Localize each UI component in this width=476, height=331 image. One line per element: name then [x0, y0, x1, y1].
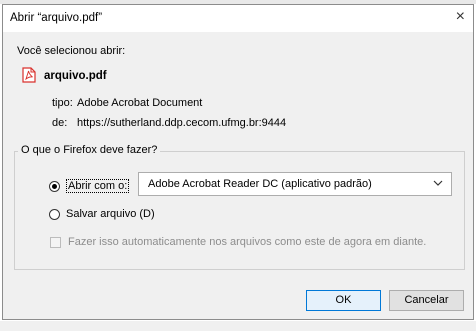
selected-label: Você selecionou abrir: [17, 45, 126, 57]
title-bar: Abrir “arquivo.pdf” × [3, 5, 473, 32]
auto-action-label: Fazer isso automaticamente nos arquivos … [68, 236, 427, 248]
close-icon[interactable]: × [456, 9, 465, 25]
background-window-edge-bottom [0, 321, 476, 331]
file-source-row: de: https://sutherland.ddp.cecom.ufmg.br:… [52, 117, 286, 129]
chevron-down-icon [433, 180, 443, 186]
open-with-label[interactable]: Abrir com o: [66, 179, 130, 193]
dialog-title: Abrir “arquivo.pdf” [10, 12, 103, 24]
auto-action-checkbox[interactable] [50, 237, 61, 248]
file-source-value: https://sutherland.ddp.cecom.ufmg.br:944… [77, 117, 287, 129]
open-file-dialog: Abrir “arquivo.pdf” × Você selecionou ab… [2, 4, 474, 320]
file-name: arquivo.pdf [44, 70, 107, 82]
file-type-value: Adobe Acrobat Document [77, 97, 203, 109]
action-group-legend: O que o Firefox deve fazer? [18, 144, 161, 156]
save-file-label[interactable]: Salvar arquivo (D) [66, 208, 155, 220]
ok-button[interactable]: OK [306, 290, 381, 311]
open-with-radio[interactable] [49, 181, 60, 192]
file-type-row: tipo: Adobe Acrobat Document [52, 97, 202, 109]
application-select-value: Adobe Acrobat Reader DC (aplicativo padr… [148, 178, 372, 190]
save-file-radio[interactable] [49, 209, 60, 220]
cancel-button[interactable]: Cancelar [389, 290, 464, 311]
file-type-label: tipo: [52, 97, 73, 109]
pdf-icon [22, 67, 36, 83]
file-source-label: de: [52, 117, 68, 129]
application-select[interactable]: Adobe Acrobat Reader DC (aplicativo padr… [138, 172, 452, 196]
